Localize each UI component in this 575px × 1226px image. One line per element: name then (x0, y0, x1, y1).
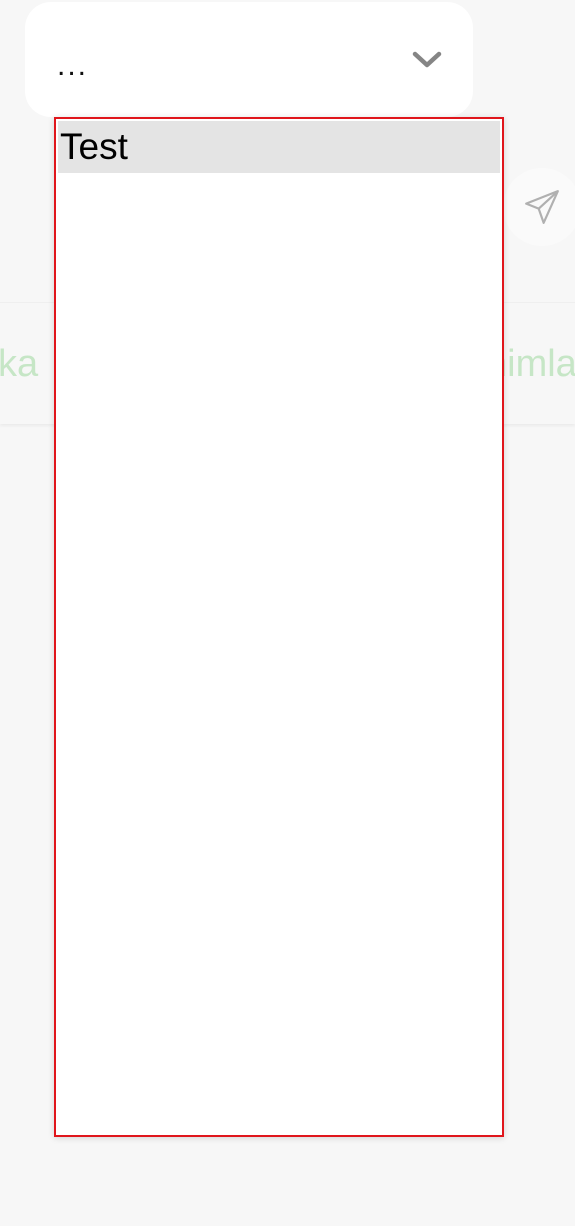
select-value: ... (57, 48, 89, 82)
chevron-down-icon (411, 44, 443, 76)
tab-left-label[interactable]: ka (0, 343, 38, 386)
paper-plane-icon (525, 190, 559, 224)
dropdown-option[interactable]: Test (58, 121, 500, 173)
dropdown-list: Test (54, 117, 504, 1137)
page: ka nimla ... Test (0, 0, 575, 1226)
select-dropdown[interactable]: ... (25, 2, 473, 117)
send-button[interactable] (503, 168, 575, 246)
